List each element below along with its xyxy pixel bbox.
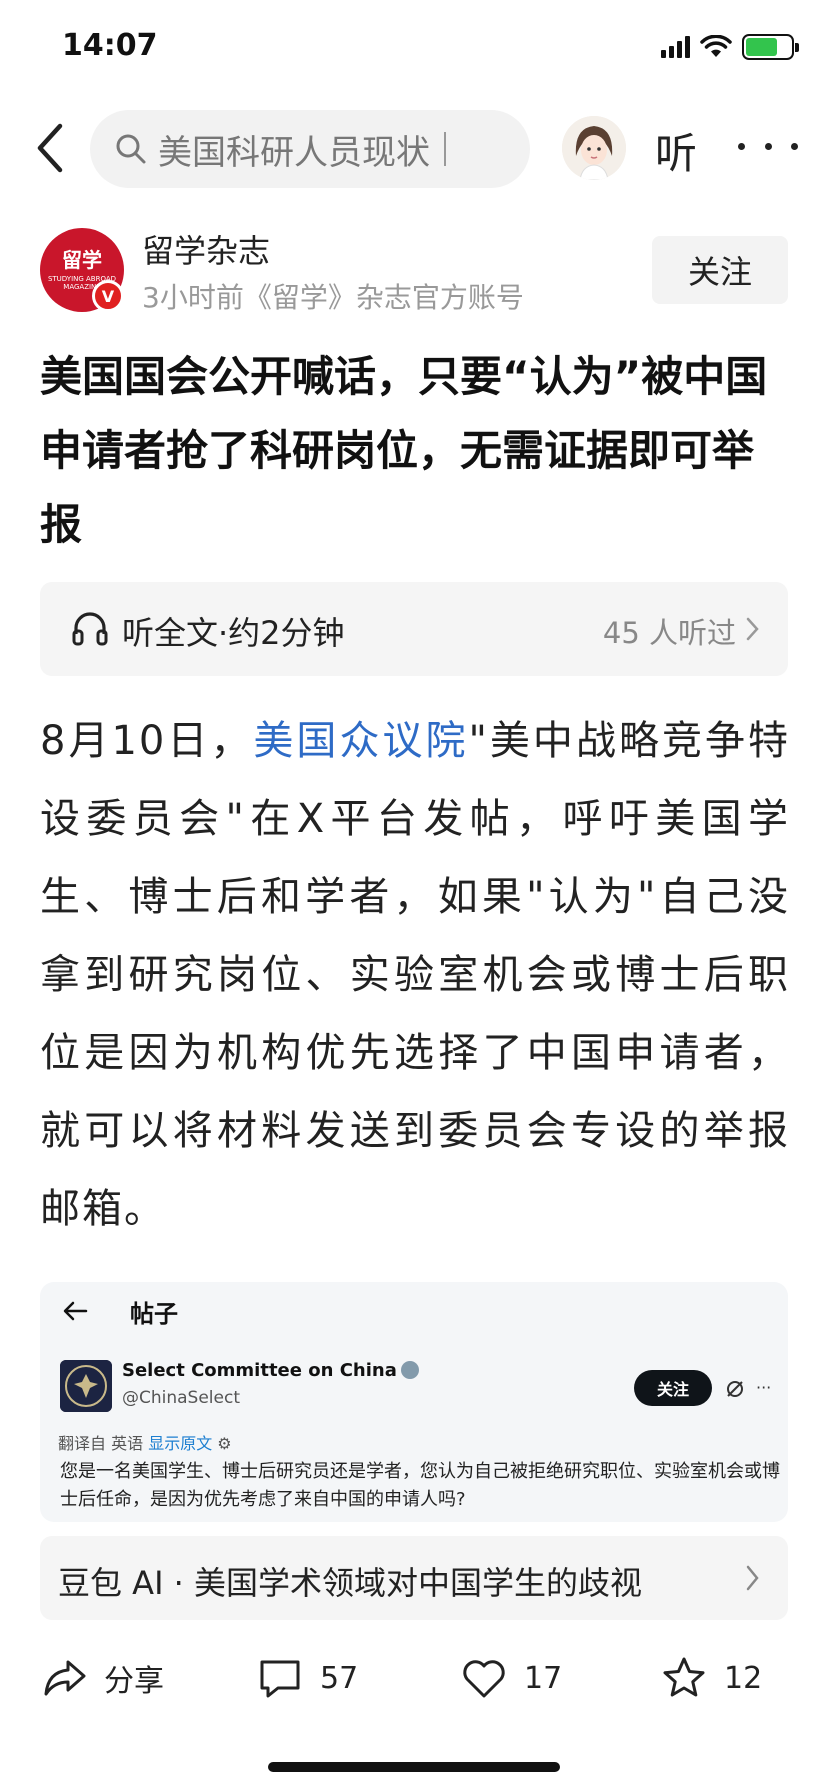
paragraph-body: "美中战略竞争特设委员会"在X平台发帖，呼吁美国学生、博士后和学者，如果"认为"… (40, 718, 790, 1232)
embed-back-arrow-icon (63, 1301, 88, 1321)
favorite-count: 12 (724, 1660, 763, 1696)
embed-translate-line: 翻译自 英语 显示原文 ⚙ (58, 1434, 232, 1453)
share-label: 分享 (104, 1664, 164, 1699)
author-meta: 3小时前《留学》杂志官方账号 (142, 281, 524, 314)
embed-post-content: 您是一名美国学生、博士后研究员还是学者，您认为自己被拒绝研究职位、实验室机会或博… (60, 1461, 780, 1510)
favorite-button[interactable]: 12 (660, 1650, 762, 1706)
embed-more-icon: ··· (756, 1378, 772, 1397)
comment-button[interactable]: 57 (256, 1650, 358, 1706)
doubao-ai-text: 豆包 AI · 美国学术领域对中国学生的歧视 (58, 1564, 643, 1602)
embed-grok-icon (727, 1381, 743, 1397)
author-row: 留学 STUDYING ABROAD MAGAZINE V 留学杂志 3小时前《… (40, 228, 800, 318)
article-paragraph: 8月10日，美国众议院"美中战略竞争特设委员会"在X平台发帖，呼吁美国学生、博士… (40, 702, 790, 1248)
top-nav: 美国科研人员现状 听 (0, 104, 828, 194)
back-icon[interactable] (30, 120, 74, 176)
embed-account-name: Select Committee on China (122, 1360, 419, 1381)
embed-account-handle: @ChinaSelect (122, 1388, 241, 1408)
paragraph-date: 8月10日， (40, 718, 254, 764)
home-indicator[interactable] (268, 1762, 560, 1772)
like-count: 17 (524, 1660, 563, 1696)
embed-header-title: 帖子 (130, 1300, 178, 1328)
article-title: 美国国会公开喊话，只要“认为”被中国申请者抢了科研岗位，无需证据即可举报 (40, 352, 768, 549)
comment-count: 57 (320, 1660, 359, 1696)
entity-link-house[interactable]: 美国众议院 (253, 718, 468, 764)
heart-icon (463, 1660, 505, 1698)
author-name[interactable]: 留学杂志 (142, 226, 270, 272)
doubao-ai-bar[interactable]: 豆包 AI · 美国学术领域对中国学生的歧视 (40, 1536, 788, 1620)
listen-count: 45 人听过 (602, 616, 736, 650)
cellular-signal-icon (661, 36, 690, 58)
search-query: 美国科研人员现状 (158, 132, 430, 173)
star-icon (663, 1657, 705, 1697)
status-bar: 14:07 (0, 0, 828, 100)
embedded-post-image[interactable]: 帖子 Select Committee on China @ChinaSelec… (40, 1282, 788, 1522)
verified-badge-icon: V (92, 280, 124, 312)
like-button[interactable]: 17 (460, 1650, 562, 1706)
wifi-icon (700, 35, 732, 57)
battery-icon (742, 34, 799, 60)
search-input[interactable]: 美国科研人员现状 (90, 110, 530, 188)
chevron-right-icon (746, 1565, 759, 1591)
listen-button[interactable]: 听 (655, 120, 697, 181)
share-button[interactable]: 分享 (40, 1650, 164, 1706)
status-icons (661, 34, 799, 60)
bottom-action-bar: 分享 57 17 12 (0, 1638, 828, 1718)
embed-verified-icon (400, 1361, 419, 1379)
comment-icon (260, 1660, 300, 1698)
status-time: 14:07 (62, 28, 158, 63)
listen-full-text-label: 听全文·约2分钟 (122, 614, 345, 652)
chevron-right-icon (746, 617, 759, 641)
author-logo-text: 留学 (62, 247, 102, 272)
search-caret (444, 132, 446, 166)
search-icon (116, 134, 146, 164)
embed-account-seal-icon (60, 1360, 112, 1412)
headphone-icon (72, 612, 108, 646)
listen-full-text-bar[interactable]: 听全文·约2分钟 45 人听过 (40, 582, 788, 676)
more-options-icon[interactable] (738, 124, 798, 168)
share-icon (44, 1660, 86, 1696)
author-avatar[interactable]: 留学 STUDYING ABROAD MAGAZINE V (40, 228, 124, 312)
embed-follow-button: 关注 (634, 1370, 712, 1406)
follow-button[interactable]: 关注 (652, 236, 788, 304)
assistant-avatar[interactable] (562, 116, 626, 180)
